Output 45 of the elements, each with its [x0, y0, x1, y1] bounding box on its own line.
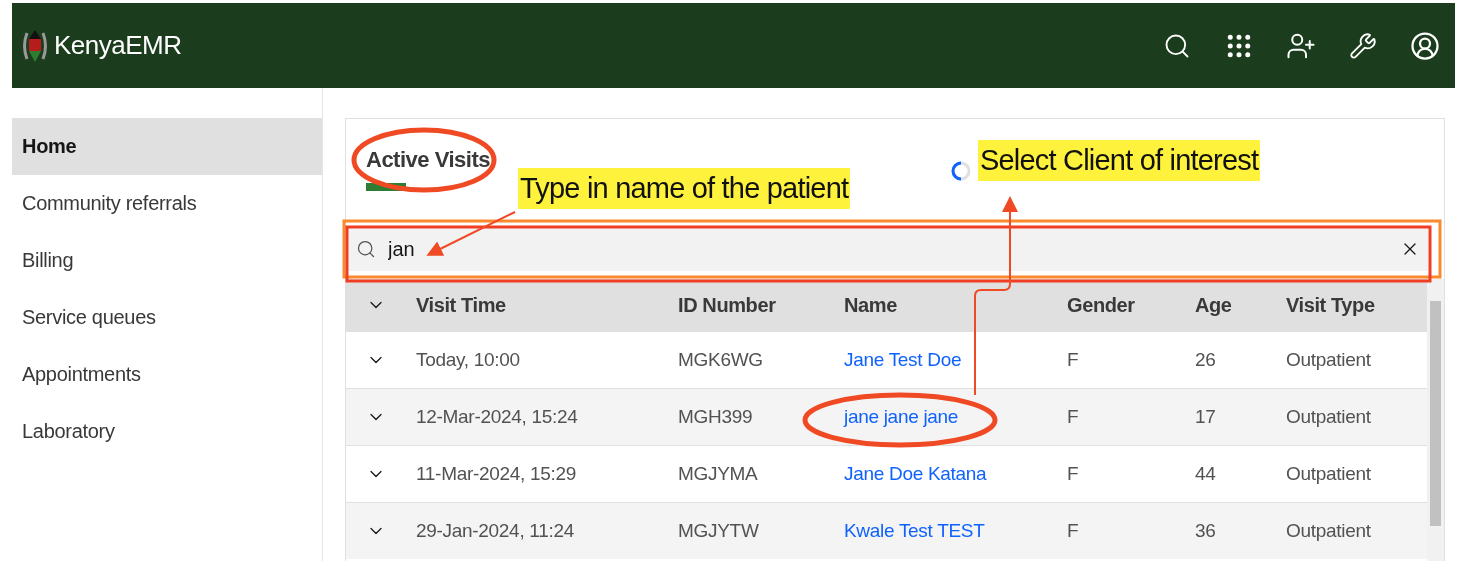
column-header: Age: [1195, 293, 1233, 317]
table-cell-text: 26: [1195, 349, 1217, 371]
column-header: ID Number: [678, 293, 777, 317]
table-cell-text: F: [1067, 463, 1080, 485]
brand-name: KenyaEMR: [54, 30, 182, 61]
table-cell-text: F: [1067, 349, 1080, 371]
sidebar-item[interactable]: Appointments: [12, 346, 322, 403]
search-icon: [356, 239, 376, 259]
column-header: Gender: [1067, 293, 1136, 317]
table-cell-text: Outpatient: [1286, 520, 1372, 542]
table-cell-text: 29-Jan-2024, 11:24: [416, 520, 575, 542]
table-cell-text: 11-Mar-2024, 15:29: [416, 463, 578, 485]
title-underline: [366, 183, 406, 191]
table-cell-text: 44: [1195, 463, 1217, 485]
column-header: Visit Time: [416, 293, 507, 317]
patient-name-link[interactable]: jane jane jane: [844, 406, 959, 428]
panel-title: Active Visits: [366, 147, 490, 173]
search-field[interactable]: jan: [346, 227, 1428, 271]
annotation-callout: Select Client of interest: [978, 140, 1261, 181]
table-cell-text: MGH399: [678, 406, 754, 428]
table-cell-text: Today, 10:00: [416, 349, 521, 371]
table-cell-text: MGJYMA: [678, 463, 759, 485]
table-cell-text: Outpatient: [1286, 406, 1372, 428]
table-cell-text: 36: [1195, 520, 1217, 542]
table-cell-text: MGK6WG: [678, 349, 764, 371]
table-cell-text: F: [1067, 520, 1080, 542]
loading-spinner-icon: [951, 160, 971, 182]
annotation-callout: Type in name of the patient: [518, 168, 851, 209]
table-cell-text: MGJYTW: [678, 520, 760, 542]
column-header: Name: [844, 293, 898, 317]
patient-name-link[interactable]: Kwale Test TEST: [844, 520, 985, 542]
table-cell-text: Outpatient: [1286, 349, 1372, 371]
scrollbar[interactable]: [1427, 279, 1444, 561]
table-cell-text: F: [1067, 406, 1080, 428]
sidebar-item[interactable]: Community referrals: [12, 175, 322, 232]
sidebar-item[interactable]: Service queues: [12, 289, 322, 346]
sidebar-item[interactable]: Billing: [12, 232, 322, 289]
patient-name-link[interactable]: Jane Doe Katana: [844, 463, 987, 485]
table-cell-text: 17: [1195, 406, 1217, 428]
table-cell-text: 12-Mar-2024, 15:24: [416, 406, 579, 428]
sidebar-item[interactable]: Home: [12, 118, 322, 175]
patient-name-link[interactable]: Jane Test Doe: [844, 349, 962, 371]
sidebar-item[interactable]: Laboratory: [12, 403, 322, 460]
table-cell-text: Outpatient: [1286, 463, 1372, 485]
column-header: Visit Type: [1286, 293, 1376, 317]
